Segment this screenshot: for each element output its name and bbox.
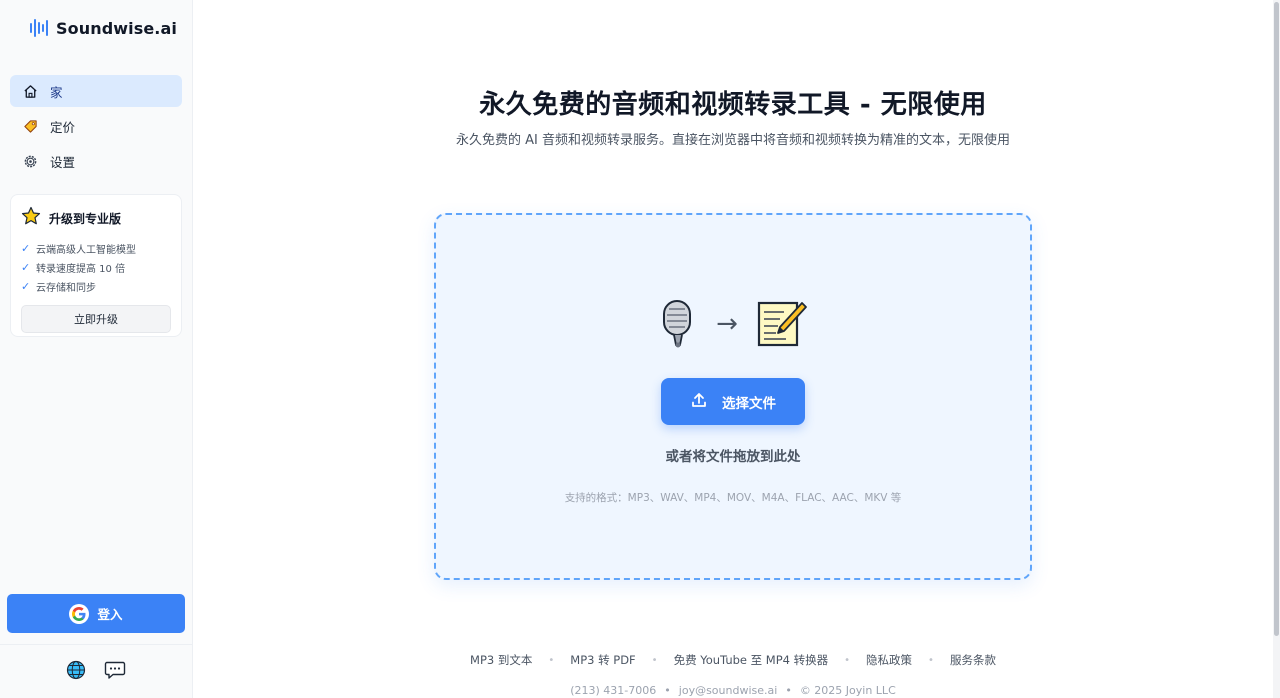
file-dropzone[interactable]: → 选择文件 或者将文件拖放到此处 支持的格式：MP3、WAV、MP4、MOV、… xyxy=(434,213,1032,580)
home-icon xyxy=(22,83,38,99)
select-file-label: 选择文件 xyxy=(722,395,776,412)
drop-hint: 或者将文件拖放到此处 xyxy=(665,449,801,465)
gear-icon xyxy=(22,153,38,169)
upgrade-now-button[interactable]: 立即升级 xyxy=(21,305,171,333)
upgrade-feature: ✓ 云端高级人工智能模型 xyxy=(21,242,136,256)
footer-separator: • xyxy=(928,654,934,666)
sidebar-bottom-icons xyxy=(66,660,126,684)
footer-link-youtube-to-mp4[interactable]: 免费 YouTube 至 MP4 转换器 xyxy=(674,652,829,668)
upgrade-feature: ✓ 云存储和同步 xyxy=(21,280,96,294)
conversion-illustration: → xyxy=(436,299,1030,353)
scrollbar-thumb[interactable] xyxy=(1274,2,1279,636)
sidebar-item-pricing[interactable]: 定价 xyxy=(10,110,182,142)
footer-link-mp3-to-pdf[interactable]: MP3 转 PDF xyxy=(570,652,635,668)
soundwave-icon xyxy=(30,18,48,38)
upgrade-title: 升级到专业版 xyxy=(49,211,122,226)
upload-icon xyxy=(690,391,708,413)
star-icon xyxy=(21,206,41,230)
google-icon xyxy=(69,603,90,624)
main-content: 永久免费的音频和视频转录工具 - 无限使用 永久免费的 AI 音频和视频转录服务… xyxy=(193,0,1273,698)
footer-separator: • xyxy=(785,684,792,697)
footer-links: MP3 到文本 • MP3 转 PDF • 免费 YouTube 至 MP4 转… xyxy=(193,652,1273,668)
sidebar-item-settings[interactable]: 设置 xyxy=(10,145,182,177)
footer-phone: (213) 431-7006 xyxy=(570,684,657,697)
page-subtitle: 永久免费的 AI 音频和视频转录服务。直接在浏览器中将音频和视频转换为精准的文本… xyxy=(456,133,1010,148)
microphone-icon xyxy=(658,299,698,353)
brand-name: Soundwise.ai xyxy=(56,18,177,38)
sidebar: Soundwise.ai 家 定价 设置 升级到专业版 ✓ 云端高级人工智能模型… xyxy=(0,0,193,698)
footer-separator: • xyxy=(844,654,851,666)
sidebar-item-home[interactable]: 家 xyxy=(10,75,182,107)
login-label: 登入 xyxy=(97,607,123,622)
footer-contact: (213) 431-7006 • joy@soundwise.ai • © 20… xyxy=(193,684,1273,697)
price-tag-icon xyxy=(22,118,38,134)
brand-logo[interactable]: Soundwise.ai xyxy=(30,18,177,38)
check-icon: ✓ xyxy=(21,242,31,255)
footer-link-privacy[interactable]: 隐私政策 xyxy=(866,652,912,668)
upgrade-card: 升级到专业版 ✓ 云端高级人工智能模型 ✓ 转录速度提高 10 倍 ✓ 云存储和同步 … xyxy=(10,194,182,337)
footer-email[interactable]: joy@soundwise.ai xyxy=(679,684,778,697)
sidebar-nav: 家 定价 设置 xyxy=(10,75,182,180)
footer-separator: • xyxy=(664,684,671,697)
footer-separator: • xyxy=(651,654,658,666)
google-login-button[interactable]: 登入 xyxy=(7,594,185,633)
supported-formats: 支持的格式：MP3、WAV、MP4、MOV、M4A、FLAC、AAC、MKV 等 xyxy=(564,492,902,504)
page-scrollbar[interactable] xyxy=(1273,0,1280,698)
page-title: 永久免费的音频和视频转录工具 - 无限使用 xyxy=(479,90,987,120)
globe-icon[interactable] xyxy=(66,660,86,684)
chat-icon[interactable] xyxy=(104,660,126,684)
footer-link-terms[interactable]: 服务条款 xyxy=(950,652,996,668)
sidebar-item-label: 定价 xyxy=(50,119,76,135)
check-icon: ✓ xyxy=(21,280,31,293)
arrow-right-icon: → xyxy=(716,309,738,339)
sidebar-item-label: 设置 xyxy=(50,154,76,170)
footer-copyright: © 2025 Joyin LLC xyxy=(799,684,896,697)
sidebar-item-label: 家 xyxy=(50,84,63,100)
footer-separator: • xyxy=(548,654,555,666)
memo-icon xyxy=(756,299,808,353)
check-icon: ✓ xyxy=(21,261,31,274)
upgrade-feature: ✓ 转录速度提高 10 倍 xyxy=(21,261,126,275)
footer-link-mp3-to-text[interactable]: MP3 到文本 xyxy=(470,652,532,668)
select-file-button[interactable]: 选择文件 xyxy=(661,378,805,425)
sidebar-divider xyxy=(0,644,193,645)
